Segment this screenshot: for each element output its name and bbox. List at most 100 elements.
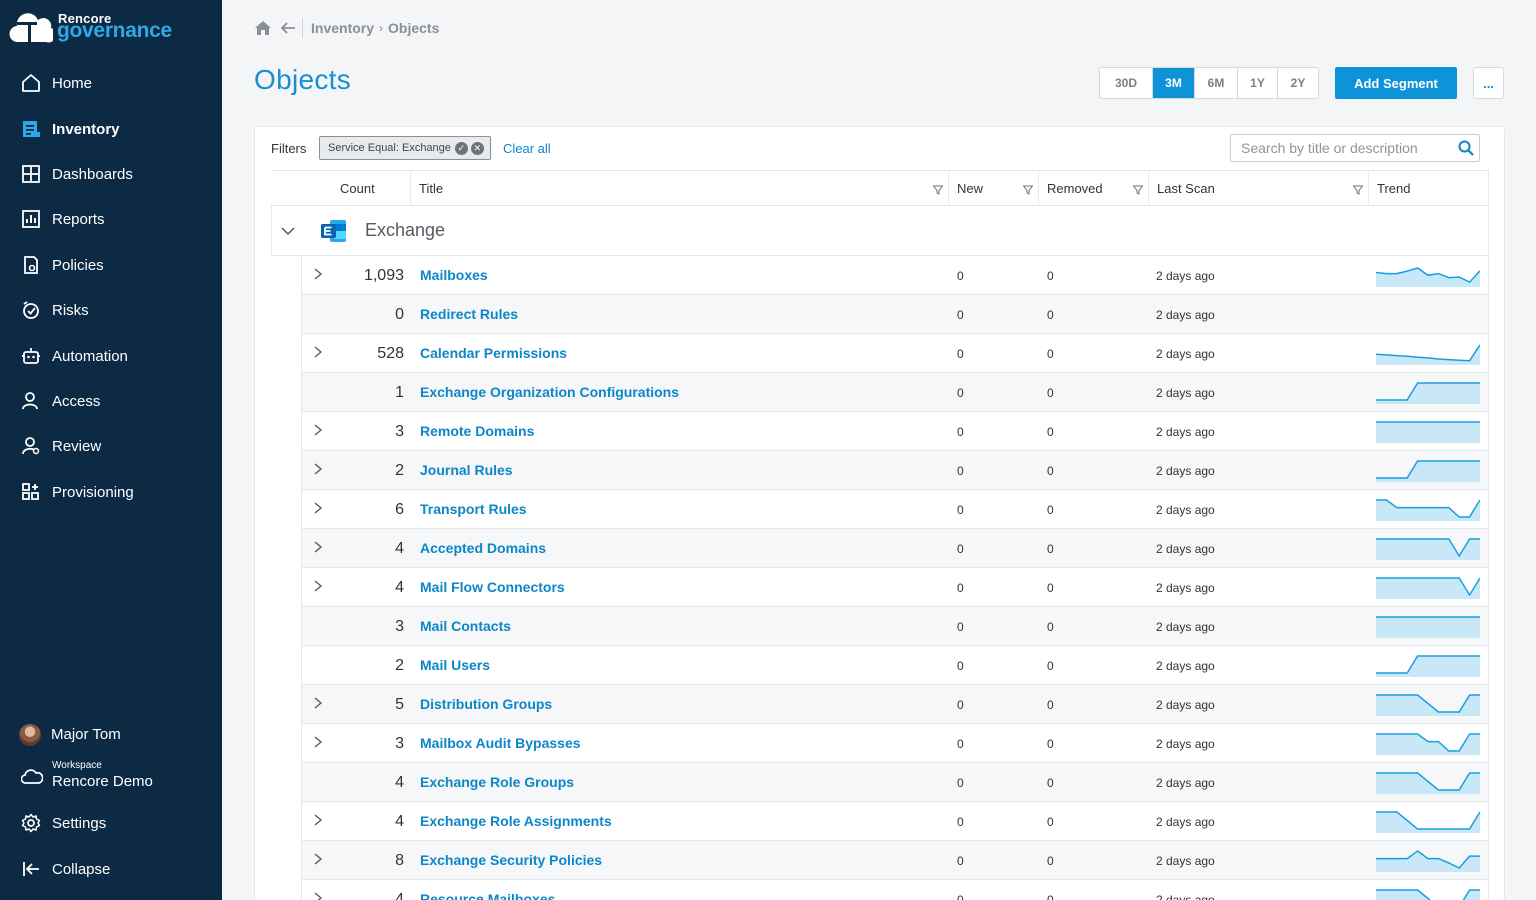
row-title-link[interactable]: Calendar Permissions bbox=[420, 345, 567, 361]
table-row[interactable]: 0 Redirect Rules 0 0 2 days ago bbox=[301, 295, 1489, 334]
header-removed[interactable]: Removed bbox=[1039, 171, 1149, 206]
row-title-link[interactable]: Journal Rules bbox=[420, 462, 513, 478]
sidebar-item-risks[interactable]: Risks bbox=[0, 292, 222, 328]
sidebar-item-policies[interactable]: Policies bbox=[0, 247, 222, 283]
chevron-right-icon[interactable] bbox=[312, 541, 324, 553]
header-last-scan[interactable]: Last Scan bbox=[1149, 171, 1369, 206]
trend-sparkline bbox=[1376, 421, 1480, 443]
filter-icon[interactable] bbox=[1133, 185, 1143, 195]
search-icon[interactable] bbox=[1458, 140, 1474, 156]
chevron-right-icon[interactable] bbox=[312, 736, 324, 748]
table-row[interactable]: 3 Remote Domains 0 0 2 days ago bbox=[301, 412, 1489, 451]
chevron-right-icon[interactable] bbox=[312, 463, 324, 475]
table-row[interactable]: 2 Mail Users 0 0 2 days ago bbox=[301, 646, 1489, 685]
sidebar-item-review[interactable]: Review bbox=[0, 428, 222, 464]
group-row-exchange[interactable]: Exchange bbox=[271, 206, 1489, 256]
header-title[interactable]: Title bbox=[411, 171, 949, 206]
chevron-right-icon[interactable] bbox=[312, 580, 324, 592]
range-2y-button[interactable]: 2Y bbox=[1278, 68, 1318, 98]
row-title-link[interactable]: Exchange Role Groups bbox=[420, 774, 574, 790]
table-row[interactable]: 6 Transport Rules 0 0 2 days ago bbox=[301, 490, 1489, 529]
row-title-link[interactable]: Exchange Role Assignments bbox=[420, 813, 612, 829]
table-row[interactable]: 1 Exchange Organization Configurations 0 0 2… bbox=[301, 373, 1489, 412]
table-row[interactable]: 2 Journal Rules 0 0 2 days ago bbox=[301, 451, 1489, 490]
table-row[interactable]: 4 Exchange Role Groups 0 0 2 days ago bbox=[301, 763, 1489, 802]
sidebar-item-settings[interactable]: Settings bbox=[0, 805, 222, 841]
chevron-right-icon[interactable] bbox=[312, 268, 324, 280]
header-last-scan-label: Last Scan bbox=[1157, 181, 1215, 196]
search-input[interactable] bbox=[1230, 134, 1480, 162]
sidebar-item-automation[interactable]: Automation bbox=[0, 338, 222, 374]
range-6m-button[interactable]: 6M bbox=[1195, 68, 1238, 98]
sidebar-item-dashboards[interactable]: Dashboards bbox=[0, 156, 222, 192]
table-row[interactable]: 4 Accepted Domains 0 0 2 days ago bbox=[301, 529, 1489, 568]
sidebar-item-reports[interactable]: Reports bbox=[0, 201, 222, 237]
row-title-link[interactable]: Mail Flow Connectors bbox=[420, 579, 565, 595]
trend-area bbox=[1376, 617, 1480, 638]
header-trend: Trend bbox=[1369, 171, 1489, 206]
trend-sparkline bbox=[1376, 267, 1480, 287]
chevron-right-icon[interactable] bbox=[312, 697, 324, 709]
row-title-link[interactable]: Accepted Domains bbox=[420, 540, 546, 556]
chevron-right-icon[interactable] bbox=[312, 814, 324, 826]
sidebar-item-label: Dashboards bbox=[52, 166, 133, 183]
workspace-switcher[interactable]: Workspace Rencore Demo bbox=[19, 758, 219, 794]
header-count[interactable]: Count bbox=[331, 171, 411, 206]
row-title-link[interactable]: Transport Rules bbox=[420, 501, 527, 517]
breadcrumb-inventory[interactable]: Inventory bbox=[311, 20, 374, 36]
range-3m-button[interactable]: 3M bbox=[1153, 68, 1195, 98]
row-title-link[interactable]: Exchange Security Policies bbox=[420, 852, 602, 868]
row-title-link[interactable]: Remote Domains bbox=[420, 423, 534, 439]
chevron-right-icon[interactable] bbox=[312, 892, 324, 900]
clear-all-link[interactable]: Clear all bbox=[503, 141, 551, 156]
chevron-down-icon[interactable] bbox=[280, 223, 296, 239]
row-title-link[interactable]: Mail Users bbox=[420, 657, 490, 673]
table-row[interactable]: 8 Exchange Security Policies 0 0 2 days ago bbox=[301, 841, 1489, 880]
sidebar-item-collapse[interactable]: Collapse bbox=[0, 851, 222, 887]
user-profile[interactable]: Major Tom bbox=[19, 724, 121, 746]
table-row[interactable]: 3 Mail Contacts 0 0 2 days ago bbox=[301, 607, 1489, 646]
table-row[interactable]: 4 Resource Mailboxes 0 0 2 days ago bbox=[301, 880, 1489, 900]
home-icon[interactable] bbox=[254, 20, 272, 36]
header-new[interactable]: New bbox=[949, 171, 1039, 206]
row-title-link[interactable]: Redirect Rules bbox=[420, 306, 518, 322]
back-arrow-icon[interactable] bbox=[280, 21, 296, 35]
remove-filter-icon[interactable]: ✕ bbox=[470, 141, 484, 155]
chevron-right-icon: › bbox=[379, 21, 384, 35]
filter-icon[interactable] bbox=[933, 185, 943, 195]
filter-icon[interactable] bbox=[1353, 185, 1363, 195]
row-title-link[interactable]: Distribution Groups bbox=[420, 696, 552, 712]
more-options-button[interactable]: ... bbox=[1473, 67, 1504, 99]
table-row[interactable]: 4 Exchange Role Assignments 0 0 2 days ago bbox=[301, 802, 1489, 841]
row-removed: 0 bbox=[1047, 347, 1054, 361]
table-row[interactable]: 1,093 Mailboxes 0 0 2 days ago bbox=[301, 256, 1489, 295]
row-title-link[interactable]: Mailbox Audit Bypasses bbox=[420, 735, 581, 751]
trend-sparkline bbox=[1376, 499, 1480, 521]
row-count: 0 bbox=[395, 306, 404, 323]
chevron-right-icon[interactable] bbox=[312, 853, 324, 865]
filter-chip[interactable]: Service Equal: Exchange ✓ ✕ bbox=[319, 136, 491, 160]
filter-icon[interactable] bbox=[1023, 185, 1033, 195]
add-segment-button[interactable]: Add Segment bbox=[1335, 67, 1457, 99]
sidebar-item-access[interactable]: Access bbox=[0, 383, 222, 419]
chevron-right-icon[interactable] bbox=[312, 424, 324, 436]
table-row[interactable]: 528 Calendar Permissions 0 0 2 days ago bbox=[301, 334, 1489, 373]
rencore-logo[interactable]: Rencore governance bbox=[9, 6, 179, 44]
chevron-right-icon[interactable] bbox=[312, 346, 324, 358]
sidebar-item-inventory[interactable]: Inventory bbox=[0, 111, 222, 147]
row-title-link[interactable]: Exchange Organization Configurations bbox=[420, 384, 679, 400]
table-row[interactable]: 3 Mailbox Audit Bypasses 0 0 2 days ago bbox=[301, 724, 1489, 763]
check-icon[interactable]: ✓ bbox=[454, 141, 468, 155]
table-row[interactable]: 4 Mail Flow Connectors 0 0 2 days ago bbox=[301, 568, 1489, 607]
row-last-scan: 2 days ago bbox=[1156, 776, 1215, 790]
chevron-right-icon[interactable] bbox=[312, 502, 324, 514]
row-removed: 0 bbox=[1047, 620, 1054, 634]
row-title-link[interactable]: Mail Contacts bbox=[420, 618, 511, 634]
range-30d-button[interactable]: 30D bbox=[1100, 68, 1153, 98]
row-title-link[interactable]: Mailboxes bbox=[420, 267, 488, 283]
row-title-link[interactable]: Resource Mailboxes bbox=[420, 891, 555, 900]
sidebar-item-home[interactable]: Home bbox=[0, 65, 222, 101]
sidebar-item-provisioning[interactable]: Provisioning bbox=[0, 474, 222, 510]
table-row[interactable]: 5 Distribution Groups 0 0 2 days ago bbox=[301, 685, 1489, 724]
range-1y-button[interactable]: 1Y bbox=[1238, 68, 1278, 98]
